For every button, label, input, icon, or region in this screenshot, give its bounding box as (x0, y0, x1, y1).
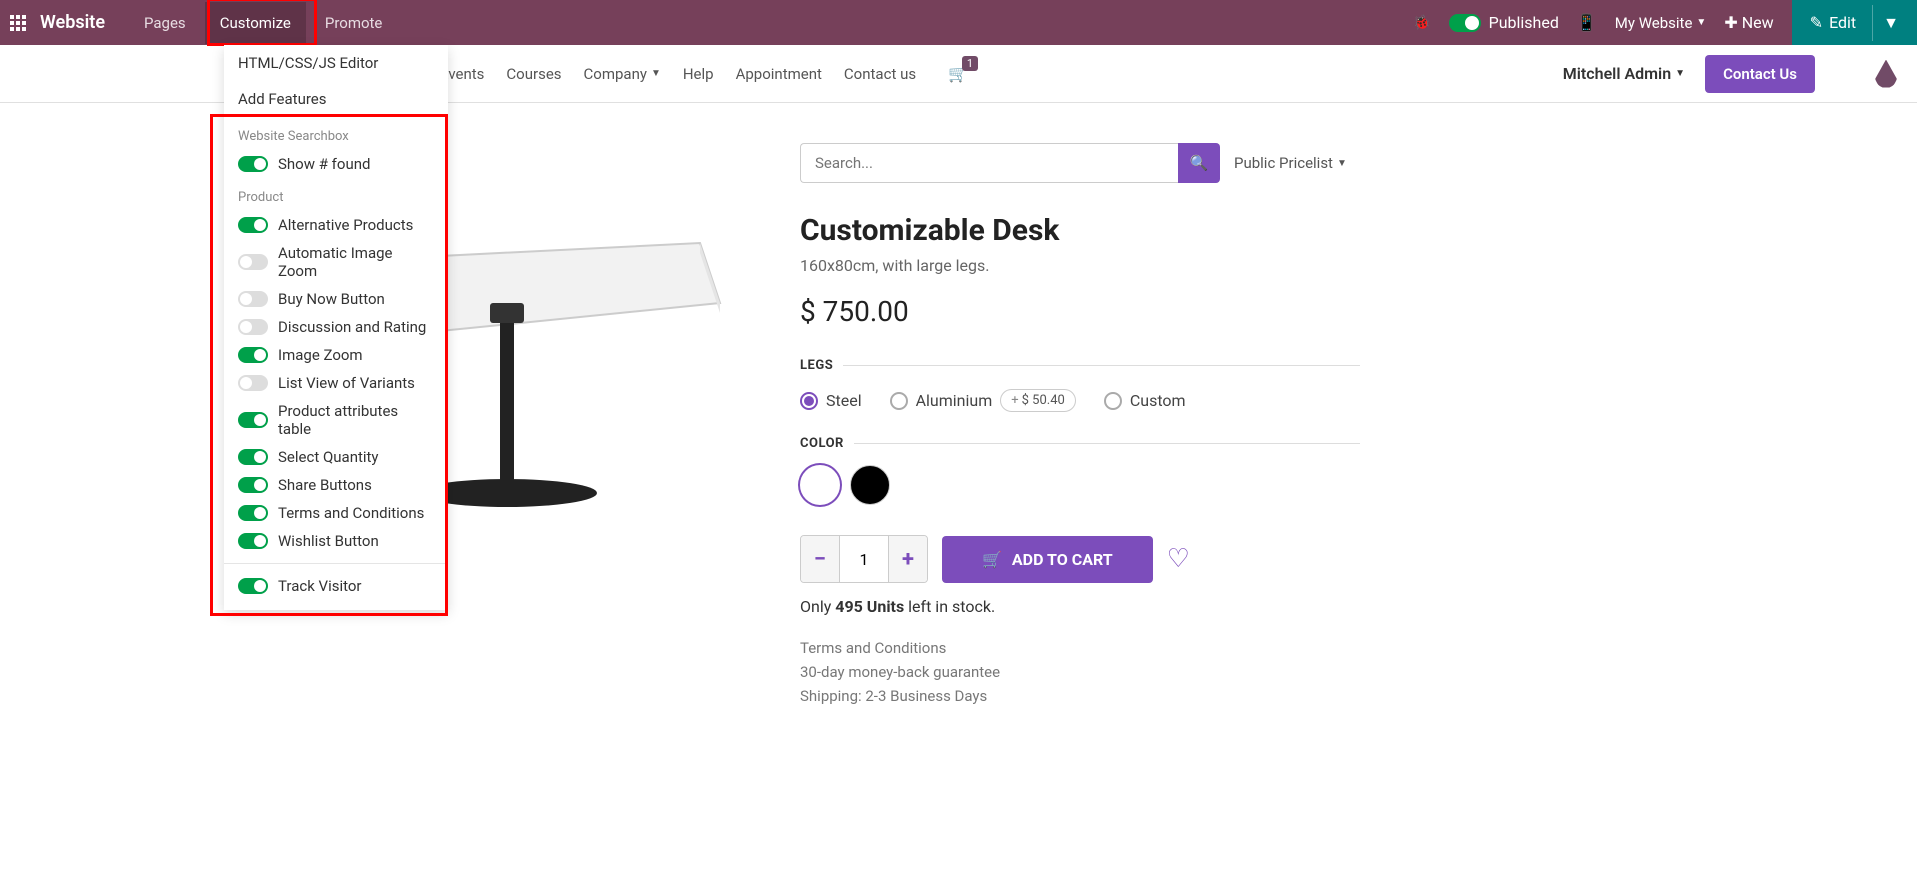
contact-us-button[interactable]: Contact Us (1705, 55, 1815, 93)
terms-line-3: Shipping: 2-3 Business Days (800, 684, 1360, 708)
customize-dropdown: HTML/CSS/JS Editor Add Features Website … (224, 45, 448, 610)
dropdown-section-search: Website Searchbox (224, 117, 448, 150)
pencil-icon: ✎ (1810, 13, 1823, 32)
product-title: Customizable Desk (800, 213, 1360, 248)
my-website-dropdown[interactable]: My Website▼ (1615, 14, 1707, 32)
mobile-icon[interactable]: 📱 (1577, 13, 1597, 32)
user-menu[interactable]: Mitchell Admin▼ (1563, 64, 1685, 83)
terms-line-1: Terms and Conditions (800, 636, 1360, 660)
publish-label: Published (1489, 13, 1559, 32)
dropdown-add-features[interactable]: Add Features (224, 81, 448, 117)
dropdown-divider (224, 563, 448, 564)
nav-company[interactable]: Company▼ (584, 65, 661, 83)
top-bar: Website Pages Customize Promote 🐞 Publis… (0, 0, 1917, 45)
color-black[interactable] (850, 465, 890, 505)
cart-badge: 1 (962, 56, 978, 71)
qty-input[interactable] (839, 536, 889, 582)
toggle-image-zoom[interactable] (238, 347, 268, 363)
dropdown-section-product: Product (224, 178, 448, 211)
menu-pages[interactable]: Pages (129, 2, 201, 44)
color-white[interactable] (800, 465, 840, 505)
new-button[interactable]: ✚New (1724, 13, 1773, 32)
bug-icon[interactable]: 🐞 (1413, 15, 1430, 31)
toggle-list-variants[interactable] (238, 375, 268, 391)
apps-icon[interactable] (10, 15, 26, 31)
terms-line-2: 30-day money-back guarantee (800, 660, 1360, 684)
legs-label: LEGS (800, 358, 1360, 373)
search-input[interactable] (800, 143, 1178, 183)
nav-contact[interactable]: Contact us (844, 65, 916, 83)
toggle-select-qty[interactable] (238, 449, 268, 465)
radio-aluminium[interactable]: Aluminium+$ 50.40 (890, 389, 1076, 412)
nav-help[interactable]: Help (683, 65, 714, 83)
search-button[interactable]: 🔍 (1178, 143, 1220, 183)
toggle-show-found[interactable] (238, 156, 268, 172)
nav-courses[interactable]: Courses (506, 65, 561, 83)
toggle-terms[interactable] (238, 505, 268, 521)
nav-appointment[interactable]: Appointment (736, 65, 822, 83)
drop-icon (1875, 60, 1897, 88)
toggle-discussion[interactable] (238, 319, 268, 335)
color-label: COLOR (800, 436, 1360, 451)
pricelist-dropdown[interactable]: Public Pricelist▼ (1234, 154, 1347, 172)
toggle-alt-products[interactable] (238, 217, 268, 233)
menu-customize[interactable]: Customize (205, 2, 306, 44)
edit-dropdown-caret[interactable]: ▼ (1872, 5, 1909, 41)
wishlist-heart-icon[interactable]: ♡ (1167, 544, 1190, 574)
menu-promote[interactable]: Promote (310, 2, 398, 44)
qty-minus-button[interactable]: − (801, 536, 839, 582)
cart-icon[interactable]: 🛒1 (948, 64, 968, 83)
cart-icon: 🛒 (982, 550, 1002, 569)
radio-steel[interactable]: Steel (800, 391, 862, 410)
product-price: $ 750.00 (800, 295, 1360, 328)
toggle-buy-now[interactable] (238, 291, 268, 307)
edit-button[interactable]: ✎Edit (1800, 13, 1867, 32)
stock-text: Only 495 Units left in stock. (800, 597, 1360, 616)
toggle-track-visitor[interactable] (238, 578, 268, 594)
qty-plus-button[interactable]: + (889, 536, 927, 582)
toggle-attr-table[interactable] (238, 412, 268, 428)
toggle-auto-zoom[interactable] (238, 254, 268, 270)
plus-icon: ✚ (1724, 13, 1737, 32)
aluminium-extra-price: +$ 50.40 (1000, 389, 1076, 412)
toggle-share[interactable] (238, 477, 268, 493)
brand-title[interactable]: Website (40, 12, 105, 33)
terms-block: Terms and Conditions 30-day money-back g… (800, 636, 1360, 708)
search-icon: 🔍 (1190, 154, 1209, 172)
publish-toggle[interactable] (1449, 14, 1481, 32)
toggle-wishlist[interactable] (238, 533, 268, 549)
product-subtitle: 160x80cm, with large legs. (800, 256, 1360, 275)
add-to-cart-button[interactable]: 🛒ADD TO CART (942, 536, 1153, 583)
radio-custom[interactable]: Custom (1104, 391, 1186, 410)
dropdown-html-editor[interactable]: HTML/CSS/JS Editor (224, 45, 448, 81)
quantity-stepper: − + (800, 535, 928, 583)
